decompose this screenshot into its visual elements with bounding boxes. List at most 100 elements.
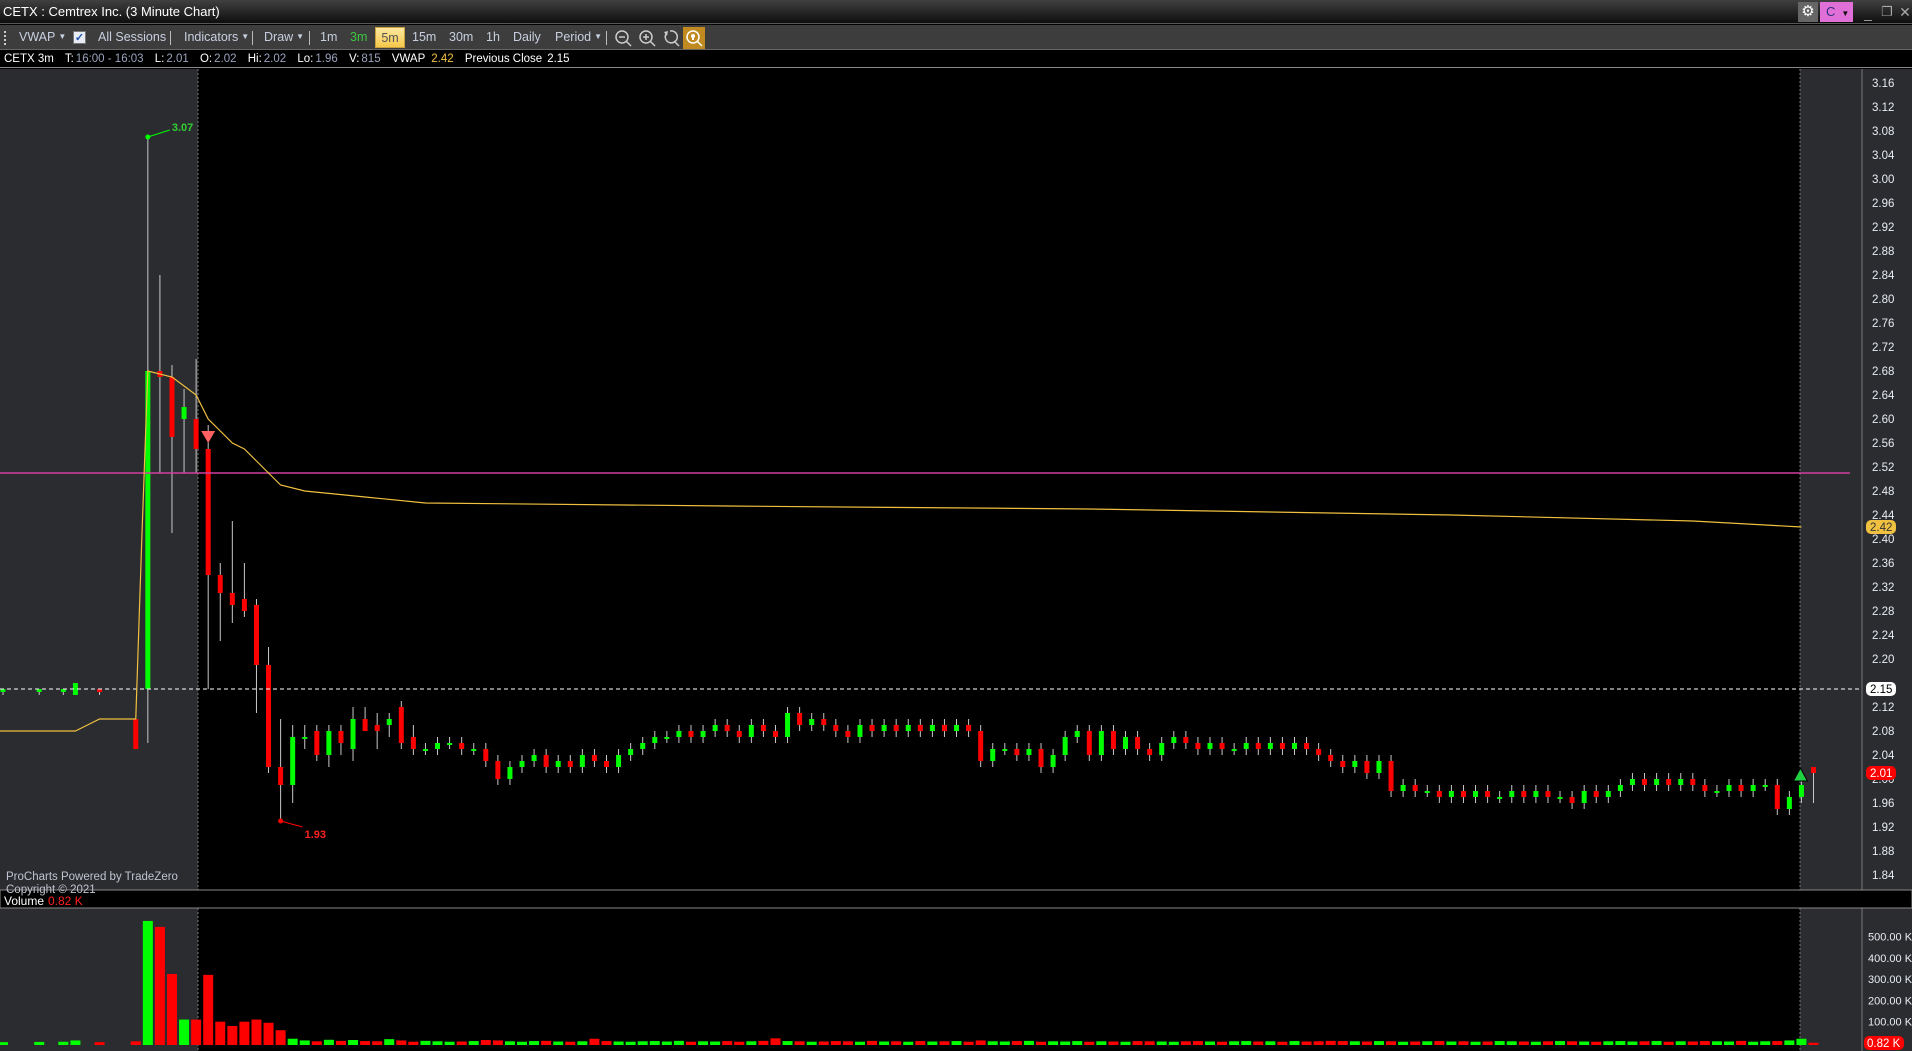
candle-up [1074, 731, 1080, 737]
volume-bar [311, 1041, 322, 1045]
restore-button[interactable]: ❐ [1879, 2, 1895, 22]
candle-up [748, 725, 754, 737]
period-1h[interactable]: 1h [486, 30, 500, 44]
previous-close-value: 2.15 [547, 53, 570, 65]
candle-up [471, 749, 477, 751]
candle-down [1328, 755, 1334, 761]
candle-up [1714, 791, 1720, 793]
candle-up [809, 719, 815, 725]
restore-icon: ❐ [1881, 4, 1893, 19]
candle-down [241, 599, 247, 611]
volume-bar [854, 1041, 865, 1045]
grip-handle-icon[interactable] [4, 31, 6, 45]
period-dropdown[interactable]: Period ▼ [555, 30, 602, 44]
candle-down [543, 755, 549, 767]
all-sessions-checkbox[interactable]: ✓ [73, 31, 86, 44]
volume-bar [794, 1041, 805, 1045]
volume-bar [1724, 1041, 1735, 1045]
volume-bar [685, 1041, 696, 1045]
ohlc-info-row: CETX 3m T: 16:00 - 16:03 L: 2.01 O: 2.02 Hi… [0, 51, 1912, 68]
price-tick-label: 2.40 [1872, 534, 1894, 546]
volume-header [0, 889, 1912, 909]
volume-bar [589, 1038, 600, 1045]
zoom-in-icon[interactable] [638, 29, 656, 47]
volume-bar [1567, 1041, 1578, 1045]
draw-dropdown[interactable]: Draw ▼ [264, 30, 304, 44]
price-tick-label: 2.36 [1872, 558, 1894, 570]
zoom-out-icon[interactable] [614, 29, 632, 47]
volume-bar [1048, 1041, 1059, 1045]
volume-bar [468, 1041, 479, 1045]
candle-up [1448, 791, 1454, 797]
volume-bar [191, 1019, 202, 1045]
vwap-dropdown[interactable]: VWAP ▼ [19, 30, 66, 44]
period-1m[interactable]: 1m [320, 30, 337, 44]
candle-up [507, 767, 513, 779]
volume-bar [1651, 1041, 1662, 1045]
candle-up [1352, 761, 1358, 767]
volume-bar [1482, 1041, 1493, 1045]
price-tick-label: 3.08 [1872, 126, 1894, 138]
volume-bar [746, 1041, 757, 1045]
candle-up [326, 731, 332, 755]
volume-bar [239, 1021, 250, 1045]
minimize-button[interactable]: _ [1860, 2, 1876, 22]
price-tick-label: 2.12 [1872, 702, 1894, 714]
chart-toolbar: VWAP ▼ ✓ All Sessions Indicators ▼ Draw ▼ 1… [0, 25, 1912, 50]
candle-up [616, 755, 622, 767]
volume-bar [1446, 1041, 1457, 1045]
candle-down [1460, 791, 1466, 797]
volume-bar [1760, 1041, 1771, 1045]
price-tick-label: 2.76 [1872, 318, 1894, 330]
volume-panel-label: Volume [4, 894, 44, 908]
candle-down [591, 755, 597, 761]
candle-down [1255, 743, 1261, 749]
volume-bar [1373, 1041, 1384, 1045]
volume-tick-label: 500.00 K [1868, 932, 1912, 944]
volume-bar [70, 1040, 81, 1045]
price-tick-label: 2.08 [1872, 726, 1894, 738]
volume-bar [1132, 1041, 1143, 1045]
price-tick-label: 2.28 [1872, 606, 1894, 618]
price-tick-label: 2.84 [1872, 270, 1895, 282]
account-dropdown[interactable]: C ▼ [1820, 2, 1853, 22]
candle-down [374, 725, 380, 731]
candle-down [278, 767, 284, 785]
magnifier-lock-icon[interactable] [683, 27, 705, 49]
period-30m[interactable]: 30m [449, 30, 473, 44]
price-chart[interactable]: 3.16 3.12 3.08 3.04 3.00 2.96 2.92 2.88 2.84 2.80… [0, 69, 1912, 1051]
candle-down [193, 419, 199, 449]
reset-zoom-icon[interactable] [662, 29, 680, 47]
candle-up [1159, 743, 1165, 755]
afterhours-shading [1800, 908, 1862, 1051]
volume-bar [1494, 1041, 1505, 1045]
candle-down [410, 737, 416, 749]
candle-down [362, 719, 368, 731]
high-label: Hi: [247, 53, 262, 65]
all-sessions-label[interactable]: All Sessions [98, 30, 166, 44]
volume-bar [1192, 1041, 1203, 1045]
candle-down [1774, 785, 1780, 809]
price-tick-label: 2.96 [1872, 198, 1894, 210]
divider [606, 31, 607, 45]
volume-bar [504, 1041, 515, 1045]
settings-button[interactable]: ⚙ [1798, 2, 1818, 22]
price-tick-label: 2.64 [1872, 390, 1895, 402]
candle-down [941, 725, 947, 731]
candle-down [338, 731, 344, 743]
candle-down [253, 605, 259, 665]
volume-bar [541, 1040, 552, 1045]
candle-down [1147, 749, 1153, 755]
indicators-dropdown[interactable]: Indicators ▼ [184, 30, 249, 44]
period-15m[interactable]: 15m [412, 30, 436, 44]
period-daily[interactable]: Daily [513, 30, 541, 44]
period-5m[interactable]: 5m [375, 27, 405, 48]
vwap-label: VWAP [391, 53, 426, 65]
close-button[interactable]: ✕ [1898, 2, 1912, 22]
period-3m[interactable]: 3m [350, 30, 367, 44]
volume-bar [553, 1041, 564, 1045]
candle-down [1436, 791, 1442, 797]
volume-bar [1748, 1041, 1759, 1045]
candle-up [1726, 785, 1732, 791]
volume-bar [842, 1041, 853, 1045]
